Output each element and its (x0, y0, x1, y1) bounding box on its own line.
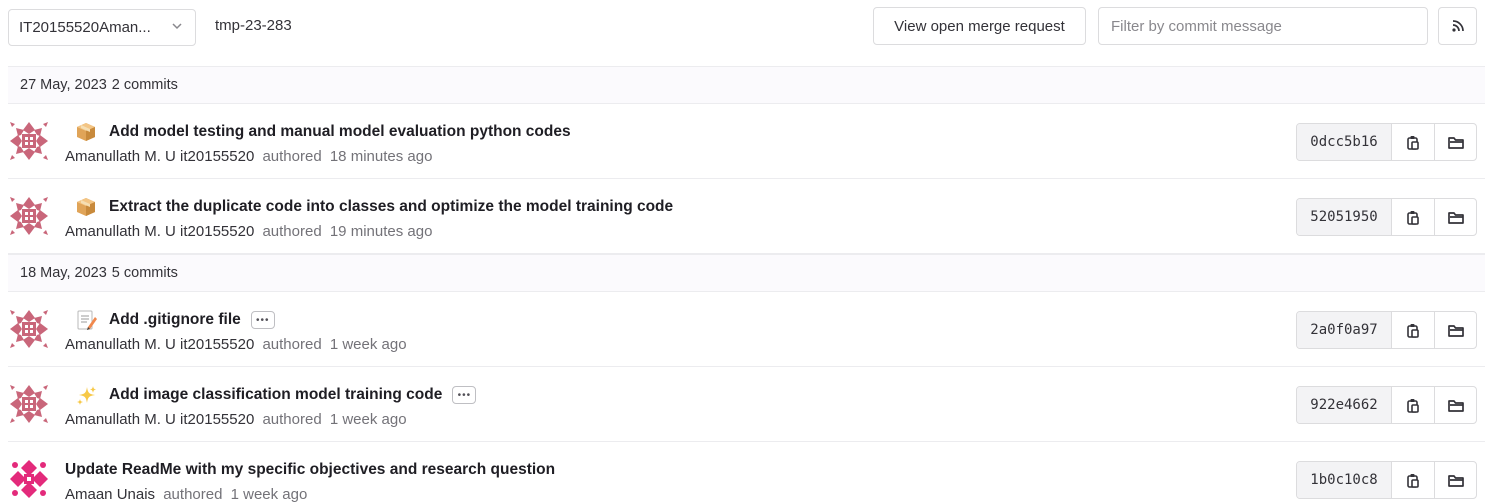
commit-sha-group: 922e4662 (1296, 386, 1477, 424)
commit-row: Extract the duplicate code into classes … (8, 179, 1485, 254)
commit-sha[interactable]: 0dcc5b16 (1297, 124, 1392, 160)
rss-icon (1451, 20, 1464, 32)
commit-time: 19 minutes ago (329, 223, 433, 240)
authored-label: authored (262, 336, 322, 353)
commit-filter-input[interactable] (1098, 7, 1428, 45)
authored-label: authored (262, 148, 322, 165)
branch-select-value: IT20155520Aman... (19, 19, 151, 36)
copy-sha-button[interactable] (1392, 462, 1434, 498)
copy-icon (1407, 210, 1419, 225)
commit-sha-group: 2a0f0a97 (1296, 311, 1477, 349)
commit-author[interactable]: Amanullath M. U it20155520 (65, 148, 254, 165)
commit-author[interactable]: Amaan Unais (65, 486, 155, 503)
rss-button[interactable] (1438, 7, 1477, 45)
branch-select[interactable]: IT20155520Aman... (8, 9, 196, 46)
commit-sha-group: 1b0c10c8 (1296, 461, 1477, 499)
avatar[interactable] (8, 383, 50, 425)
copy-sha-button[interactable] (1392, 312, 1434, 348)
commit-sha[interactable]: 52051950 (1297, 199, 1392, 235)
commits-toolbar: IT20155520Aman... tmp-23-283 View open m… (0, 0, 1485, 58)
copy-sha-button[interactable] (1392, 387, 1434, 423)
commit-title[interactable]: Add model testing and manual model evalu… (109, 123, 571, 141)
path-breadcrumb[interactable]: tmp-23-283 (215, 17, 292, 34)
browse-files-button[interactable] (1434, 124, 1476, 160)
chevron-down-icon (172, 23, 182, 30)
avatar[interactable] (8, 120, 50, 162)
day-commit-count: 2 commits (111, 77, 178, 93)
day-commit-count: 5 commits (111, 265, 178, 281)
avatar[interactable] (8, 195, 50, 237)
package-icon (77, 198, 95, 216)
commit-row: Add image classification model training … (8, 367, 1485, 442)
commit-author[interactable]: Amanullath M. U it20155520 (65, 223, 254, 240)
package-icon (77, 123, 95, 141)
day-header: 27 May, 2023 2 commits (8, 66, 1485, 104)
copy-sha-button[interactable] (1392, 124, 1434, 160)
commit-sha[interactable]: 922e4662 (1297, 387, 1392, 423)
commit-sha[interactable]: 1b0c10c8 (1297, 462, 1392, 498)
commit-row: Add model testing and manual model evalu… (8, 104, 1485, 179)
commit-sha[interactable]: 2a0f0a97 (1297, 312, 1392, 348)
commit-time: 1 week ago (329, 411, 407, 428)
avatar[interactable] (8, 458, 50, 500)
avatar[interactable] (8, 308, 50, 350)
commit-title[interactable]: Add .gitignore file (109, 311, 241, 329)
commit-time: 1 week ago (230, 486, 308, 503)
day-date: 27 May, 2023 (20, 77, 107, 93)
browse-files-button[interactable] (1434, 199, 1476, 235)
folder-icon (1447, 400, 1464, 412)
folder-icon (1447, 475, 1464, 487)
authored-label: authored (163, 486, 223, 503)
commit-title[interactable]: Add image classification model training … (109, 386, 442, 404)
copy-icon (1407, 398, 1419, 413)
sparkles-icon (77, 386, 96, 405)
expand-description-button[interactable]: ••• (452, 386, 477, 404)
copy-icon (1407, 473, 1419, 488)
copy-sha-button[interactable] (1392, 199, 1434, 235)
memo-icon (77, 310, 97, 331)
commit-time: 1 week ago (329, 336, 407, 353)
day-date: 18 May, 2023 (20, 265, 107, 281)
browse-files-button[interactable] (1434, 312, 1476, 348)
commit-sha-group: 52051950 (1296, 198, 1477, 236)
commit-sha-group: 0dcc5b16 (1296, 123, 1477, 161)
expand-description-button[interactable]: ••• (250, 311, 275, 329)
view-merge-request-button[interactable]: View open merge request (873, 7, 1086, 45)
authored-label: authored (262, 411, 322, 428)
commit-author[interactable]: Amanullath M. U it20155520 (65, 411, 254, 428)
copy-icon (1407, 135, 1419, 150)
browse-files-button[interactable] (1434, 462, 1476, 498)
commit-row: Add .gitignore file ••• Amanullath M. U … (8, 292, 1485, 367)
commit-author[interactable]: Amanullath M. U it20155520 (65, 336, 254, 353)
folder-icon (1447, 325, 1464, 337)
commit-row: Update ReadMe with my specific objective… (8, 442, 1485, 504)
copy-icon (1407, 323, 1419, 338)
browse-files-button[interactable] (1434, 387, 1476, 423)
folder-icon (1447, 137, 1464, 149)
commit-time: 18 minutes ago (329, 148, 433, 165)
commit-title[interactable]: Update ReadMe with my specific objective… (65, 461, 555, 479)
folder-icon (1447, 212, 1464, 224)
day-header: 18 May, 2023 5 commits (8, 254, 1485, 292)
commit-title[interactable]: Extract the duplicate code into classes … (109, 198, 673, 216)
authored-label: authored (262, 223, 322, 240)
